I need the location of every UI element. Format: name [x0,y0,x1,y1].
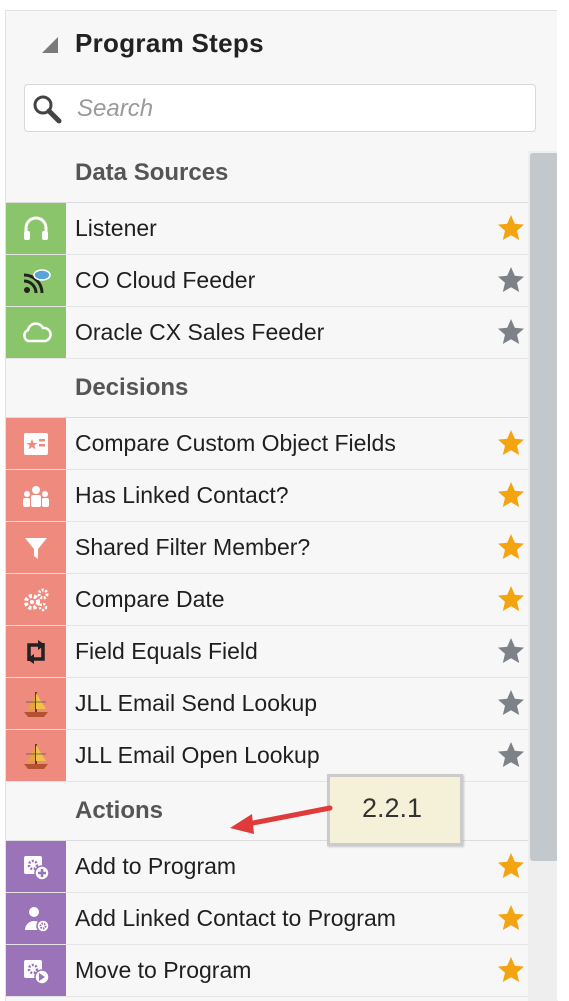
step-item-co-cloud-feeder[interactable]: CO Cloud Feeder [6,255,528,307]
step-item-label: JLL Email Open Lookup [75,742,320,768]
unfavorited-star-icon[interactable] [496,740,526,770]
panel-title: Program Steps [75,28,264,58]
annotation-arrow-icon [230,805,333,834]
section-header-data-sources: Data Sources [6,144,528,203]
section-title: Decisions [75,374,189,401]
favorite-star-icon[interactable] [496,480,526,510]
headphones-icon [6,203,66,254]
search-input[interactable] [75,93,519,125]
section-title: Data Sources [75,159,229,186]
swap-arrows-icon [6,626,66,677]
step-item-label: JLL Email Send Lookup [75,690,318,716]
step-item-shared-filter-member[interactable]: Shared Filter Member? [6,522,528,574]
unfavorited-star-icon[interactable] [496,317,526,347]
window-edge [557,0,569,1000]
step-item-jll-email-send-lookup[interactable]: JLL Email Send Lookup [6,678,528,730]
cloud-icon [6,307,66,358]
step-item-add-linked-contact-to-program[interactable]: Add Linked Contact to Program [6,893,528,945]
step-item-compare-date[interactable]: Compare Date [6,574,528,626]
unfavorited-star-icon[interactable] [496,688,526,718]
unfavorited-star-icon[interactable] [496,636,526,666]
program-steps-panel: Program Steps Data Sources Listener CO Clo… [5,10,558,1001]
step-item-move-to-program[interactable]: Move to Program [6,945,528,997]
favorite-star-icon[interactable] [496,851,526,881]
favorite-star-icon[interactable] [496,428,526,458]
step-item-add-to-program[interactable]: Add to Program [6,841,528,893]
step-item-label: Oracle CX Sales Feeder [75,319,325,345]
step-item-label: Field Equals Field [75,638,258,664]
add-to-program-icon [6,841,66,892]
search-box[interactable] [24,84,536,132]
step-item-label: Shared Filter Member? [75,534,311,560]
annotation-callout: 2.2.1 [327,774,463,846]
step-item-oracle-cx-sales-feeder[interactable]: Oracle CX Sales Feeder [6,307,528,359]
step-item-listener[interactable]: Listener [6,203,528,255]
move-to-program-icon [6,945,66,996]
ship-icon [6,730,66,781]
callout-text: 2.2.1 [362,793,423,823]
step-item-field-equals-field[interactable]: Field Equals Field [6,626,528,678]
step-item-compare-custom-object-fields[interactable]: Compare Custom Object Fields [6,418,528,470]
collapse-triangle-icon[interactable] [40,35,60,55]
scrollbar-thumb[interactable] [530,153,558,861]
section-header-decisions: Decisions [6,359,528,418]
step-item-label: CO Cloud Feeder [75,267,256,293]
cloud-feed-icon [6,255,66,306]
filter-icon [6,522,66,573]
step-item-label: Listener [75,215,157,241]
step-item-label: Add to Program [75,853,237,879]
custom-object-icon [6,418,66,469]
step-item-label: Compare Date [75,586,225,612]
search-icon [33,95,62,124]
section-title: Actions [75,797,164,824]
step-item-label: Add Linked Contact to Program [75,905,396,931]
step-item-label: Compare Custom Object Fields [75,430,396,456]
ship-icon [6,678,66,729]
gears-icon [6,574,66,625]
step-item-has-linked-contact[interactable]: Has Linked Contact? [6,470,528,522]
step-item-label: Has Linked Contact? [75,482,289,508]
favorite-star-icon[interactable] [496,532,526,562]
favorite-star-icon[interactable] [496,955,526,985]
step-item-label: Move to Program [75,957,252,983]
panel-header[interactable]: Program Steps [6,11,558,79]
favorite-star-icon[interactable] [496,903,526,933]
people-icon [6,470,66,521]
favorite-star-icon[interactable] [496,584,526,614]
program-steps-list: Data Sources Listener CO Cloud Feeder Oracl… [6,144,528,997]
linked-contact-icon [6,893,66,944]
favorite-star-icon[interactable] [496,213,526,243]
unfavorited-star-icon[interactable] [496,265,526,295]
